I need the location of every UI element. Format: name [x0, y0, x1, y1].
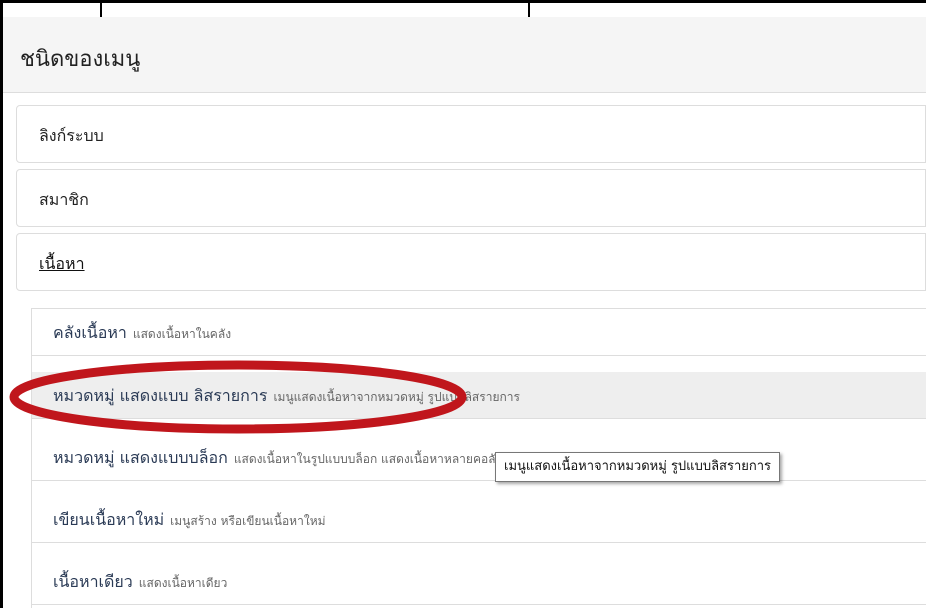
item-description: แสดงเนื้อหาในคลัง	[132, 327, 232, 341]
list-item[interactable]: เขียนเนื้อหาใหม่ เมนูสร้าง หรือเขียนเนื้อ…	[32, 496, 926, 543]
item-description: เมนูสร้าง หรือเขียนเนื้อหาใหม่	[170, 514, 326, 528]
tooltip: เมนูแสดงเนื้อหาจากหมวดหมู่ รูปแบบลิสรายก…	[495, 452, 781, 482]
item-name: เนื้อหาเดียว แสดงเนื้อหาเดียว	[53, 572, 228, 591]
list-item-category-list[interactable]: หมวดหมู่ แสดงแบบ ลิสรายการ เมนูแสดงเนื้อห…	[32, 372, 926, 419]
item-name: คลังเนื้อหา แสดงเนื้อหาในคลัง	[53, 323, 232, 342]
strip-divider	[100, 3, 102, 17]
category-label: ลิงก์ระบบ	[39, 126, 104, 145]
panel-header: ชนิดของเมนู	[3, 17, 926, 93]
list-item[interactable]: คลังเนื้อหา แสดงเนื้อหาในคลัง	[32, 309, 926, 356]
category-system-links[interactable]: ลิงก์ระบบ	[16, 105, 926, 163]
item-description: แสดงเนื้อหาในรูปแบบบล็อก แสดงเนื้อหาหลาย…	[233, 452, 512, 466]
item-name: เขียนเนื้อหาใหม่ เมนูสร้าง หรือเขียนเนื้อ…	[53, 510, 326, 529]
content-menu-type-list: คลังเนื้อหา แสดงเนื้อหาในคลัง หมวดหมู่ แส…	[31, 308, 926, 608]
strip-divider	[528, 3, 530, 17]
item-name: หมวดหมู่ แสดงแบบบล็อก แสดงเนื้อหาในรูปแบบ…	[53, 448, 512, 467]
list-item[interactable]: หมวดหมู่ แสดงแบบบล็อก แสดงเนื้อหาในรูปแบบ…	[32, 434, 926, 481]
category-members[interactable]: สมาชิก	[16, 169, 926, 227]
item-name: หมวดหมู่ แสดงแบบ ลิสรายการ เมนูแสดงเนื้อห…	[53, 386, 520, 405]
top-strip	[3, 3, 926, 17]
item-description: แสดงเนื้อหาเดียว	[138, 576, 228, 590]
category-content[interactable]: เนื้อหา	[16, 233, 926, 291]
category-label: เนื้อหา	[39, 254, 85, 273]
item-description: เมนูแสดงเนื้อหาจากหมวดหมู่ รูปแบบลิสรายก…	[273, 390, 520, 404]
category-label: สมาชิก	[39, 190, 89, 209]
list-item[interactable]: เนื้อหาเดียว แสดงเนื้อหาเดียว	[32, 558, 926, 605]
panel-title: ชนิดของเมนู	[20, 47, 141, 72]
